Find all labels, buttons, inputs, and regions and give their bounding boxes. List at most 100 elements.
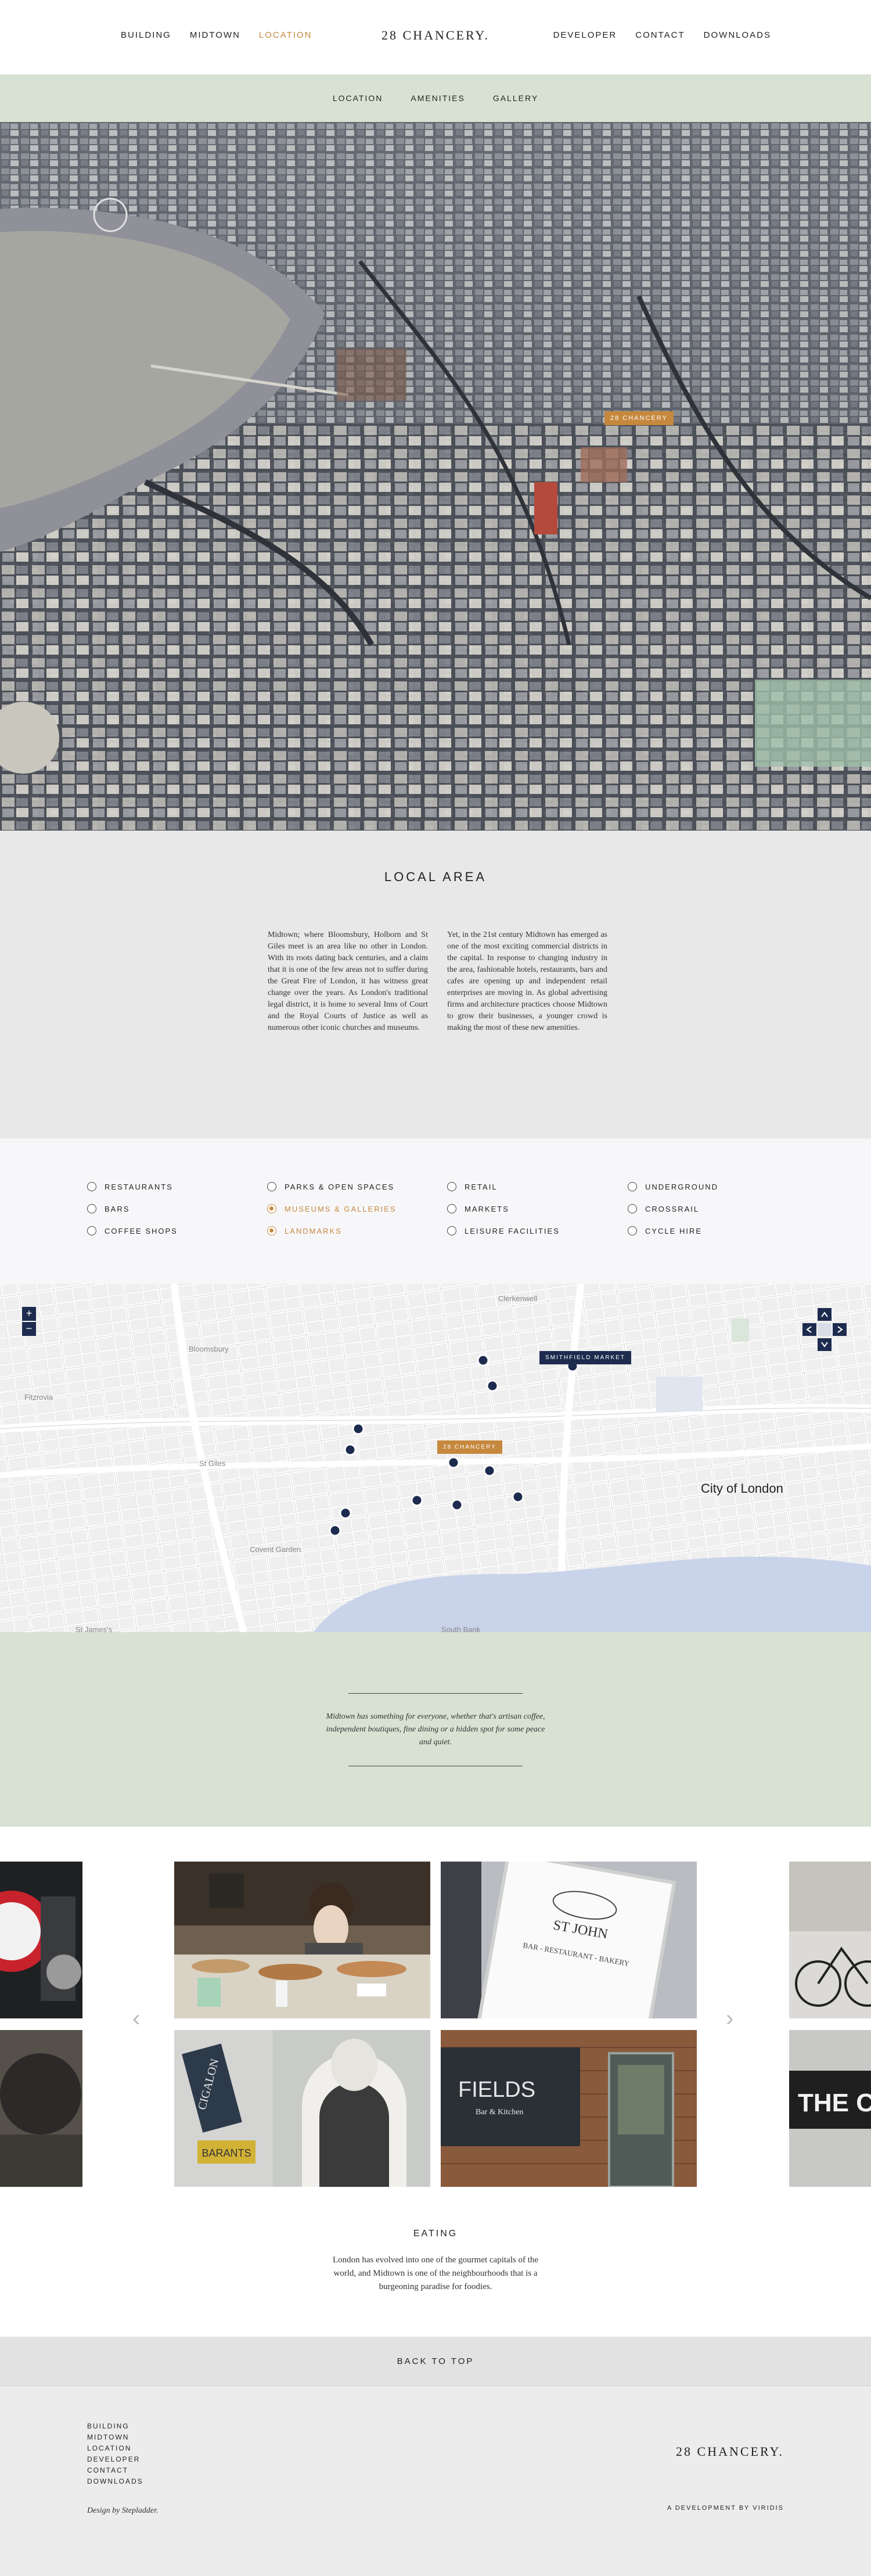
the-sign-text: THE C <box>798 2089 871 2117</box>
radio-icon[interactable] <box>447 1226 456 1235</box>
eating-text: London has evolved into one of the gourm… <box>332 2255 539 2291</box>
gallery-image-st-john[interactable]: ST JOHN BAR - RESTAURANT - BAKERY <box>441 1862 697 2018</box>
radio-icon[interactable] <box>87 1226 96 1235</box>
divider <box>348 1693 523 1694</box>
gallery-image-left-bottom[interactable] <box>0 2030 82 2187</box>
filter-label: Crossrail <box>645 1204 700 1213</box>
footer-link-building[interactable]: Building <box>87 2422 143 2430</box>
radio-icon[interactable] <box>447 1182 456 1191</box>
footer-link-contact[interactable]: Contact <box>87 2466 143 2474</box>
radio-icon[interactable] <box>267 1182 276 1191</box>
filter-crossrail[interactable]: Crossrail <box>628 1204 699 1213</box>
main-nav-right: Developer Contact Downloads <box>553 30 771 40</box>
gallery-image-left-top[interactable] <box>0 1862 82 2018</box>
subnav-location[interactable]: Location <box>333 94 383 103</box>
gallery-image-bakery[interactable] <box>174 1862 430 2018</box>
filter-label: Coffee Shops <box>105 1226 178 1235</box>
radio-icon[interactable] <box>628 1226 637 1235</box>
filter-label: Bars <box>105 1204 130 1213</box>
footer-brand: 28 CHANCERY. <box>676 2444 784 2459</box>
gallery-prev-arrow[interactable]: ‹ <box>132 2006 140 2032</box>
filter-label: Parks & Open Spaces <box>285 1182 395 1191</box>
local-area-text-right: Yet, in the 21st century Midtown has eme… <box>447 930 607 1032</box>
radio-checked-icon[interactable] <box>267 1204 276 1213</box>
filter-landmarks[interactable]: Landmarks <box>267 1226 342 1235</box>
filter-restaurants[interactable]: Restaurants <box>87 1182 173 1191</box>
radio-icon[interactable] <box>447 1204 456 1213</box>
gallery-image-cigalon[interactable]: CIGALON BARANTS <box>174 2030 430 2187</box>
filter-museums[interactable]: Museums & Galleries <box>267 1204 397 1213</box>
map-market-pin[interactable]: Smithfield Market <box>539 1351 631 1364</box>
filter-cycle-hire[interactable]: Cycle Hire <box>628 1226 702 1235</box>
landmark-marker <box>477 1354 490 1367</box>
filter-label: Leisure Facilities <box>465 1226 560 1235</box>
filter-label: Landmarks <box>285 1226 342 1235</box>
radio-icon[interactable] <box>87 1182 96 1191</box>
landmark-marker <box>451 1499 463 1511</box>
local-area-title: Local Area <box>384 870 487 884</box>
fields-sign-subtext: Bar & Kitchen <box>476 2108 523 2117</box>
site-header: Building Midtown Location 28 CHANCERY. D… <box>0 0 871 74</box>
filter-label: Restaurants <box>105 1182 173 1191</box>
map-location-pin[interactable]: 28 Chancery <box>437 1440 502 1454</box>
fields-sign-text: FIELDS <box>458 2078 535 2102</box>
filter-label: Museums & Galleries <box>285 1204 397 1213</box>
aerial-location-pin[interactable]: 28 Chancery <box>604 411 674 425</box>
filter-parks[interactable]: Parks & Open Spaces <box>267 1182 394 1191</box>
quote-text: Midtown has something for everyone, whet… <box>326 1712 545 1747</box>
radio-icon[interactable] <box>87 1204 96 1213</box>
filter-label: Underground <box>645 1182 718 1191</box>
gallery-image-right-top[interactable] <box>789 1862 871 2018</box>
subnav-amenities[interactable]: Amenities <box>411 94 465 103</box>
filter-coffee-shops[interactable]: Coffee Shops <box>87 1226 178 1235</box>
gallery-carousel: ‹ ST JOHN BAR - RESTAURANT - BAKERY CIGA… <box>0 1827 871 2198</box>
filter-markets[interactable]: Markets <box>447 1204 509 1213</box>
site-footer: Building Midtown Location Developer Cont… <box>0 2387 871 2576</box>
map-filters: Restaurants Bars Coffee Shops Parks & Op… <box>0 1138 871 1284</box>
developer-credit[interactable]: A development by Viridis <box>667 2505 784 2512</box>
landmark-marker <box>486 1379 499 1392</box>
landmark-marker <box>483 1464 496 1477</box>
subnav-gallery[interactable]: Gallery <box>493 94 538 103</box>
landmark-marker <box>447 1456 460 1469</box>
radio-checked-icon[interactable] <box>267 1226 276 1235</box>
map-markers <box>329 1354 579 1537</box>
eating-title: Eating <box>413 2229 458 2239</box>
filter-bars[interactable]: Bars <box>87 1204 129 1213</box>
footer-link-downloads[interactable]: Downloads <box>87 2477 143 2485</box>
landmark-marker <box>339 1507 352 1519</box>
nav-contact[interactable]: Contact <box>635 30 685 40</box>
landmark-marker <box>512 1490 524 1503</box>
filter-retail[interactable]: Retail <box>447 1182 498 1191</box>
filter-label: Retail <box>465 1182 498 1191</box>
footer-link-midtown[interactable]: Midtown <box>87 2433 143 2441</box>
footer-link-location[interactable]: Location <box>87 2444 143 2452</box>
aerial-photo: 28 Chancery <box>0 122 871 831</box>
filter-leisure[interactable]: Leisure Facilities <box>447 1226 560 1235</box>
quote-section: Midtown has something for everyone, whet… <box>0 1632 871 1827</box>
aerial-city-image <box>0 122 871 831</box>
design-credit[interactable]: Design by Stepladder. <box>87 2506 158 2516</box>
gallery-next-arrow[interactable]: › <box>726 2006 733 2032</box>
footer-link-developer[interactable]: Developer <box>87 2455 143 2463</box>
footer-nav: Building Midtown Location Developer Cont… <box>87 2422 143 2485</box>
landmark-marker <box>344 1443 357 1456</box>
gallery-image-fields[interactable]: FIELDS Bar & Kitchen <box>441 2030 697 2187</box>
nav-downloads[interactable]: Downloads <box>704 30 771 40</box>
filter-label: Cycle Hire <box>645 1226 703 1235</box>
landmark-marker <box>329 1524 341 1537</box>
landmark-marker <box>411 1494 423 1507</box>
barants-sign-text: BARANTS <box>201 2147 251 2159</box>
sub-nav: Location Amenities Gallery <box>0 74 871 122</box>
local-area-text-left: Midtown; where Bloomsbury, Holborn and S… <box>268 930 428 1032</box>
local-area-section: Local Area Midtown; where Bloomsbury, Ho… <box>0 831 871 1138</box>
radio-icon[interactable] <box>628 1204 637 1213</box>
gallery-image-right-bottom[interactable]: THE C <box>789 2030 871 2187</box>
filter-label: Markets <box>465 1204 509 1213</box>
radio-icon[interactable] <box>628 1182 637 1191</box>
landmark-marker <box>352 1422 365 1435</box>
area-map[interactable]: Bloomsbury Clerkenwell Fitzrovia St Gile… <box>0 1284 871 1632</box>
nav-developer[interactable]: Developer <box>553 30 617 40</box>
filter-underground[interactable]: Underground <box>628 1182 718 1191</box>
back-to-top-button[interactable]: Back to top <box>0 2337 871 2387</box>
